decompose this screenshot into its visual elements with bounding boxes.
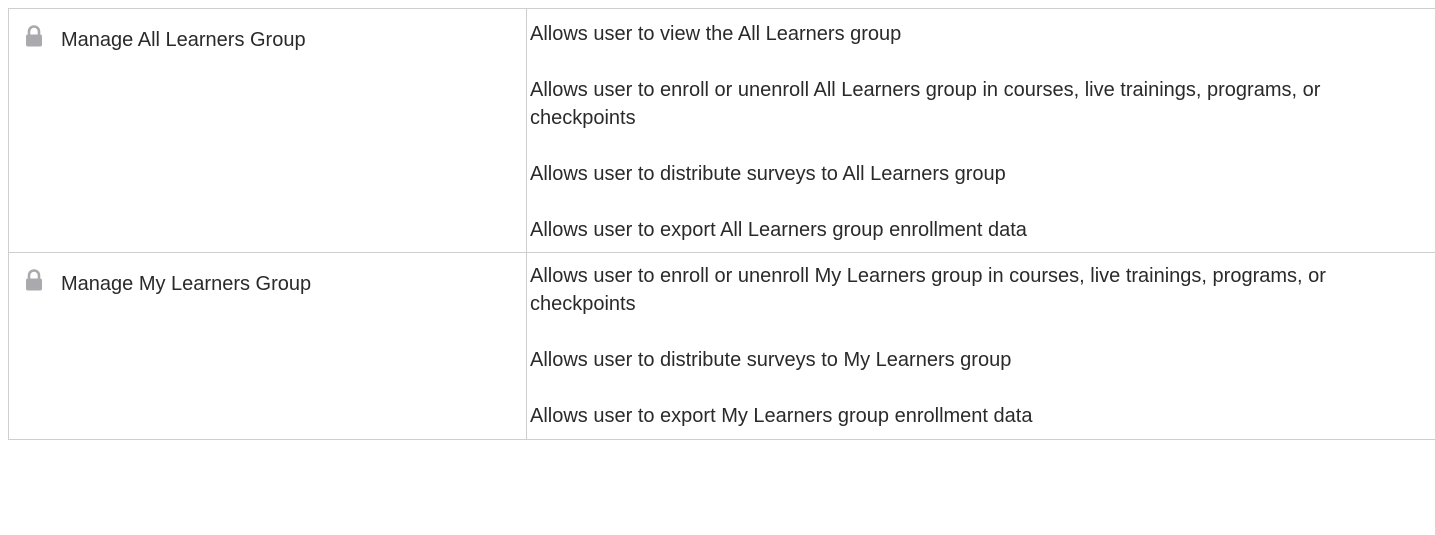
permission-description: Allows user to export All Learners group… (530, 219, 1027, 241)
table-row: Manage My Learners Group Allows user to … (8, 252, 1435, 440)
permission-name: Manage My Learners Group (61, 273, 312, 295)
permission-description-cell: Allows user to enroll or unenroll My Lea… (526, 252, 1435, 440)
table-row: Manage All Learners Group Allows user to… (8, 8, 1435, 253)
permission-description: Allows user to enroll or unenroll My Lea… (530, 265, 1326, 315)
permission-description: Allows user to distribute surveys to My … (530, 349, 1012, 371)
lock-icon (25, 269, 43, 291)
permission-description: Allows user to distribute surveys to All… (530, 163, 1006, 185)
permission-description: Allows user to export My Learners group … (530, 405, 1033, 427)
lock-icon (25, 25, 43, 47)
permission-name-cell: Manage My Learners Group (8, 252, 527, 440)
permission-name: Manage All Learners Group (61, 29, 306, 51)
permission-description: Allows user to enroll or unenroll All Le… (530, 79, 1321, 129)
permission-description: Allows user to view the All Learners gro… (530, 23, 902, 45)
permissions-table: Manage All Learners Group Allows user to… (8, 8, 1435, 440)
permission-name-cell: Manage All Learners Group (8, 8, 527, 253)
permission-description-cell: Allows user to view the All Learners gro… (526, 8, 1435, 253)
